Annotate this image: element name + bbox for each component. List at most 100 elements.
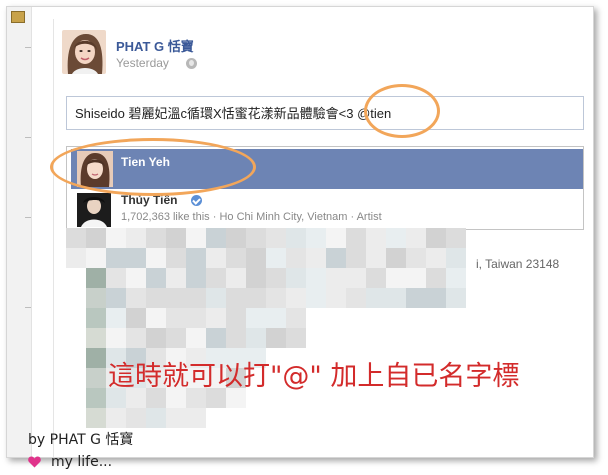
- left-sidebar-strip: [7, 7, 32, 457]
- mosaic-cell: [286, 228, 306, 248]
- mosaic-cell: [246, 308, 266, 328]
- mosaic-cell: [266, 228, 286, 248]
- mosaic-cell: [366, 248, 386, 268]
- signature-line-1: by PHAT G 恬寶: [28, 432, 134, 448]
- status-composer-input[interactable]: Shiseido 碧麗妃溫c循環X恬蜜花漾新品體驗會<3 @tien: [66, 96, 584, 130]
- signature-line-2: my life...: [28, 451, 133, 473]
- mosaic-cell: [246, 248, 266, 268]
- mosaic-cell: [266, 328, 286, 348]
- signature: by PHAT G 恬寶 my life...: [28, 429, 133, 473]
- mosaic-cell: [266, 248, 286, 268]
- suggestion-avatar[interactable]: [77, 193, 111, 227]
- mosaic-cell: [246, 328, 266, 348]
- mosaic-cell: [86, 408, 106, 428]
- mosaic-cell: [266, 268, 286, 288]
- mosaic-cell: [386, 248, 406, 268]
- mosaic-cell: [326, 248, 346, 268]
- mosaic-cell: [406, 288, 426, 308]
- mosaic-cell: [386, 288, 406, 308]
- suggestion-meta: 1,702,363 like this · Ho Chi Minh City, …: [121, 211, 382, 223]
- mosaic-cell: [186, 288, 206, 308]
- mosaic-cell: [226, 288, 246, 308]
- mosaic-cell: [406, 228, 426, 248]
- mosaic-cell: [246, 288, 266, 308]
- mosaic-cell: [426, 268, 446, 288]
- mosaic-cell: [166, 248, 186, 268]
- mosaic-cell: [86, 328, 106, 348]
- mosaic-cell: [346, 228, 366, 248]
- mosaic-cell: [286, 248, 306, 268]
- post-author-name[interactable]: PHAT G 恬寶: [116, 36, 194, 55]
- mosaic-cell: [346, 268, 366, 288]
- mosaic-cell: [126, 308, 146, 328]
- obscured-address-fragment: i, Taiwan 23148: [476, 257, 560, 271]
- mosaic-cell: [246, 228, 266, 248]
- mosaic-cell: [206, 248, 226, 268]
- mosaic-cell: [426, 248, 446, 268]
- mosaic-cell: [86, 268, 106, 288]
- mosaic-cell: [146, 408, 166, 428]
- mosaic-cell: [146, 288, 166, 308]
- mosaic-cell: [146, 268, 166, 288]
- mosaic-cell: [206, 308, 226, 328]
- composer-text: Shiseido 碧麗妃溫c循環X恬蜜花漾新品體驗會<3 @tien: [75, 106, 392, 121]
- mosaic-cell: [326, 288, 346, 308]
- mosaic-cell: [166, 408, 186, 428]
- mosaic-cell: [66, 228, 86, 248]
- mosaic-cell: [446, 228, 466, 248]
- mosaic-cell: [106, 248, 126, 268]
- mosaic-cell: [126, 328, 146, 348]
- mosaic-cell: [86, 308, 106, 328]
- author-avatar[interactable]: [62, 30, 106, 74]
- mosaic-cell: [66, 248, 86, 268]
- mosaic-cell: [86, 248, 106, 268]
- mosaic-cell: [166, 268, 186, 288]
- mosaic-cell: [226, 308, 246, 328]
- heart-icon: [28, 453, 41, 468]
- mosaic-cell: [206, 228, 226, 248]
- mosaic-cell: [86, 368, 106, 388]
- mosaic-cell: [106, 328, 126, 348]
- mosaic-cell: [86, 348, 106, 368]
- mosaic-cell: [146, 228, 166, 248]
- mosaic-cell: [446, 248, 466, 268]
- mosaic-cell: [246, 268, 266, 288]
- mosaic-cell: [286, 268, 306, 288]
- mosaic-cell: [366, 228, 386, 248]
- mosaic-cell: [226, 328, 246, 348]
- globe-icon: [186, 58, 197, 69]
- mosaic-cell: [166, 288, 186, 308]
- divider: [25, 137, 31, 138]
- mosaic-cell: [386, 228, 406, 248]
- mosaic-cell: [366, 288, 386, 308]
- highlight-circle-suggestion: [50, 138, 256, 196]
- mosaic-cell: [346, 248, 366, 268]
- mosaic-cell: [426, 228, 446, 248]
- divider: [25, 217, 31, 218]
- mosaic-cell: [286, 328, 306, 348]
- mosaic-cell: [86, 388, 106, 408]
- pixelated-region: [66, 228, 486, 438]
- mosaic-cell: [206, 288, 226, 308]
- mosaic-cell: [306, 268, 326, 288]
- mosaic-cell: [226, 268, 246, 288]
- highlight-circle-mention: [364, 84, 440, 138]
- mosaic-cell: [106, 228, 126, 248]
- mosaic-cell: [146, 248, 166, 268]
- annotation-caption: 這時就可以打"@" 加上自已名字標: [108, 361, 520, 392]
- mosaic-cell: [126, 288, 146, 308]
- mosaic-cell: [346, 288, 366, 308]
- folder-icon: [11, 11, 25, 23]
- mosaic-cell: [286, 308, 306, 328]
- mosaic-cell: [406, 268, 426, 288]
- mosaic-cell: [186, 268, 206, 288]
- mosaic-cell: [126, 268, 146, 288]
- mosaic-cell: [146, 308, 166, 328]
- post-timestamp[interactable]: Yesterday: [116, 56, 169, 70]
- mosaic-cell: [126, 408, 146, 428]
- mosaic-cell: [226, 248, 246, 268]
- verified-icon: [191, 195, 202, 206]
- mosaic-cell: [186, 408, 206, 428]
- mosaic-cell: [206, 268, 226, 288]
- mosaic-cell: [186, 308, 206, 328]
